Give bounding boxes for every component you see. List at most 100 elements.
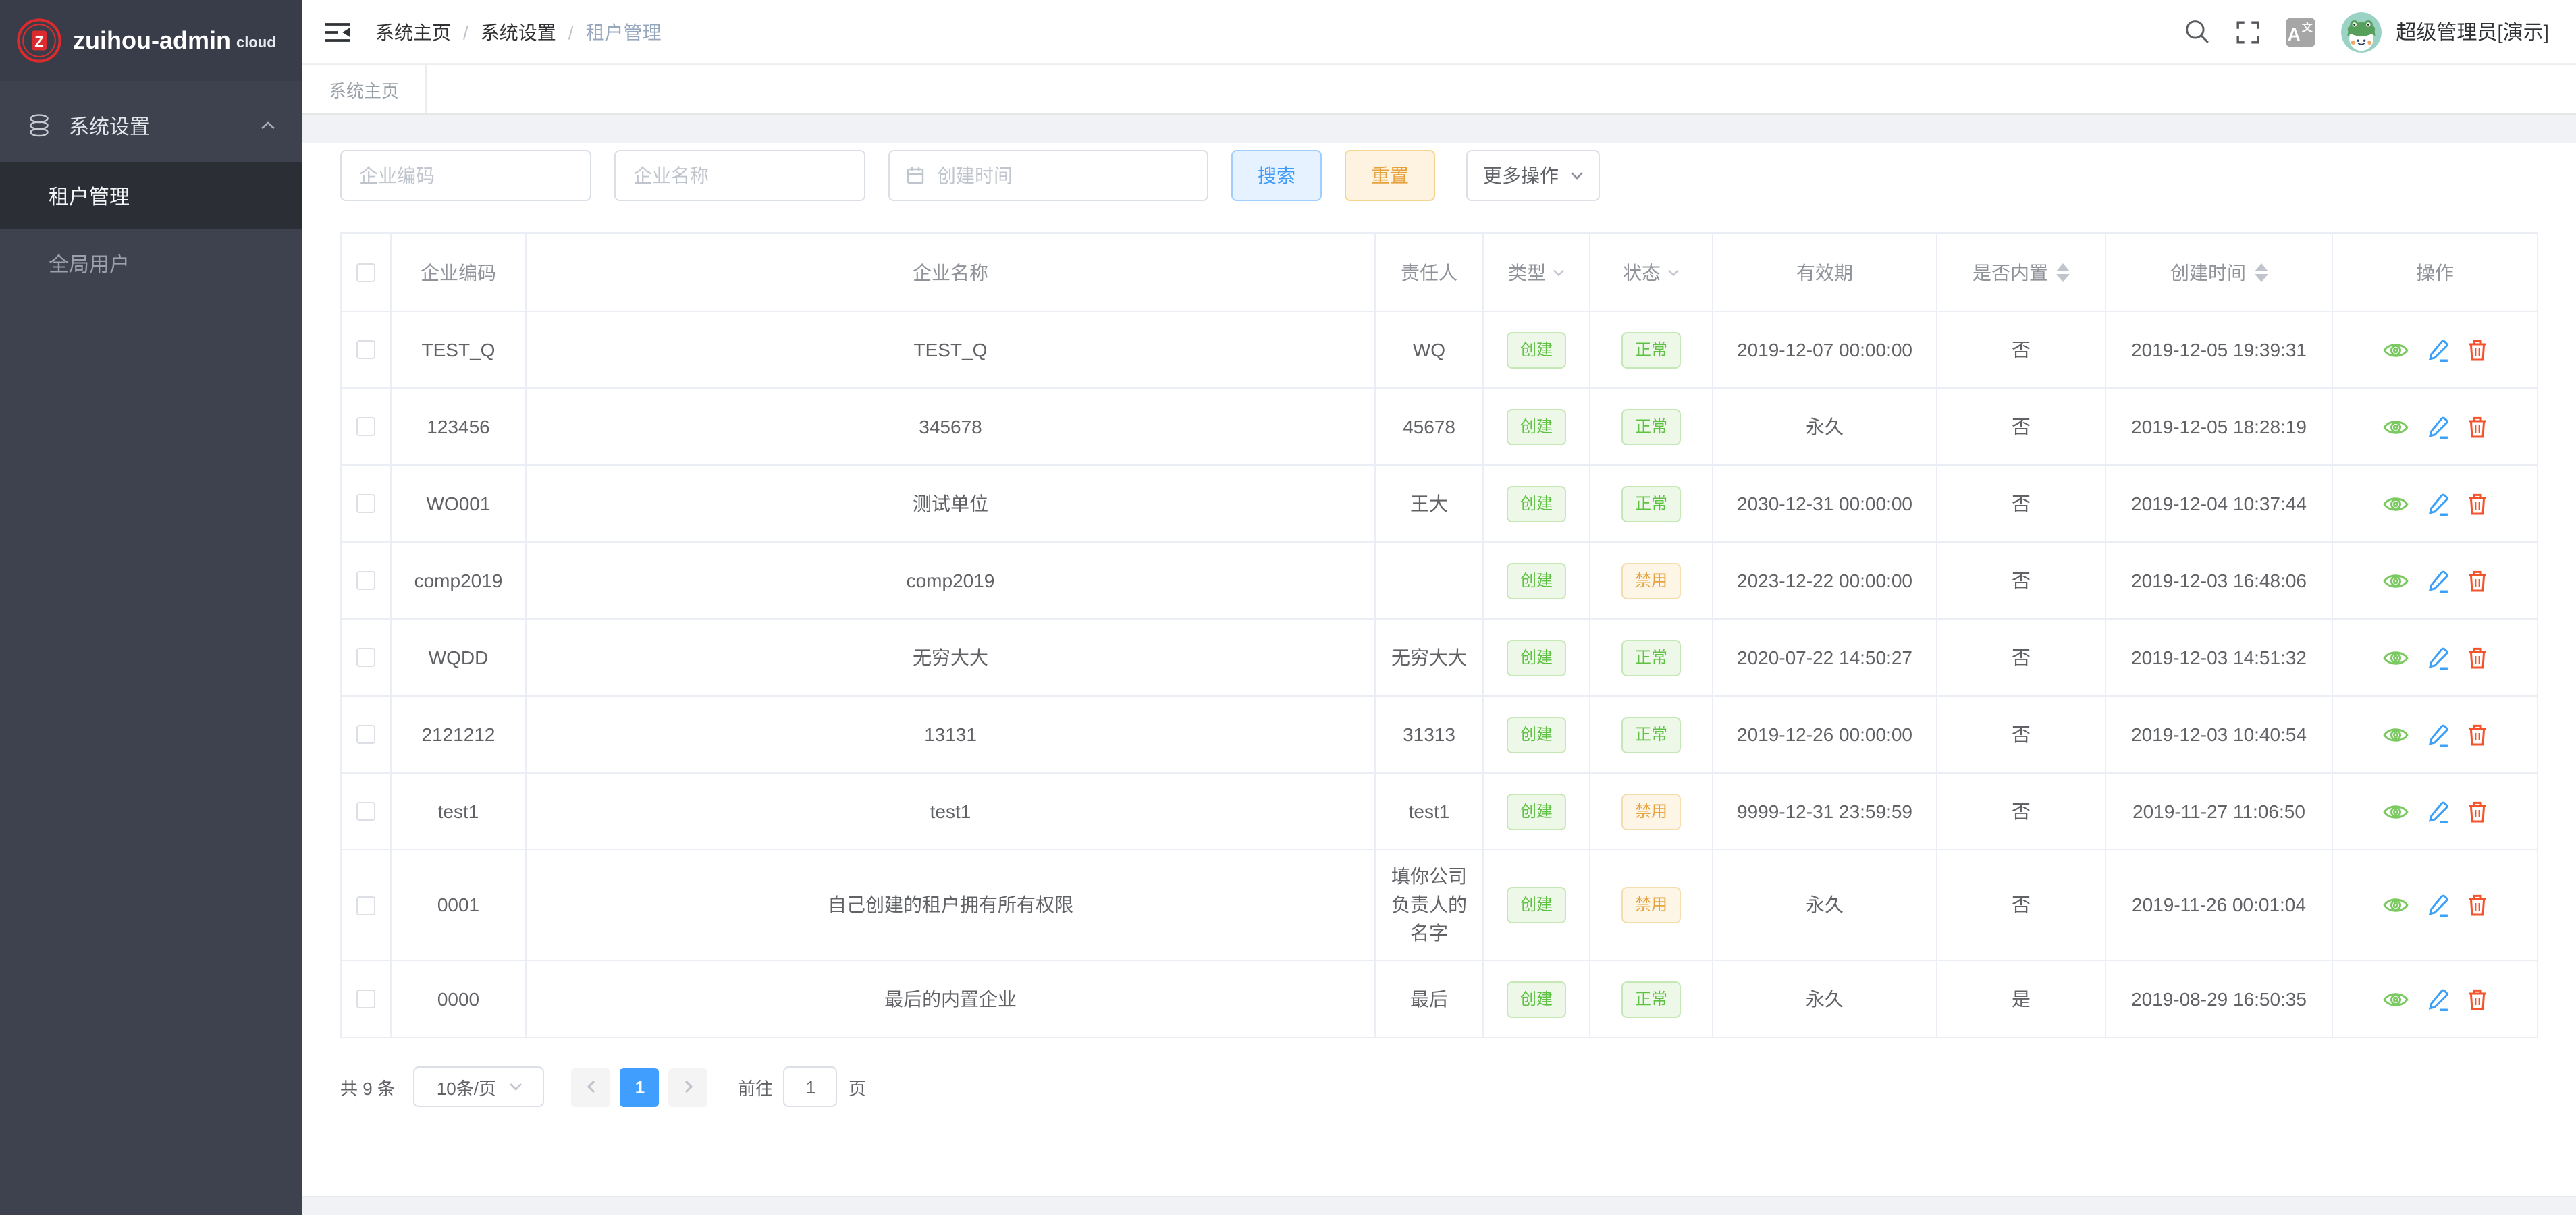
topbar: 系统主页/系统设置/租户管理 A文: [302, 0, 2576, 65]
goto-page-input[interactable]: [784, 1066, 838, 1107]
cell-expire: 9999-12-31 23:59:59: [1713, 773, 1937, 850]
tab-system-home[interactable]: 系统主页: [302, 65, 427, 113]
fullscreen-icon[interactable]: [2235, 20, 2259, 44]
avatar[interactable]: [2340, 11, 2381, 52]
cell-ops: [2332, 311, 2538, 388]
row-actions: [2344, 988, 2526, 1010]
sidebar-group-label: 系统设置: [69, 111, 150, 140]
search-icon[interactable]: [2184, 19, 2209, 45]
created-time-input[interactable]: 创建时间: [888, 150, 1208, 201]
sidebar-collapse-icon[interactable]: [324, 20, 351, 44]
column-header-type[interactable]: 类型: [1483, 233, 1590, 311]
cell-type: 创建: [1483, 696, 1590, 773]
delete-button[interactable]: [2466, 415, 2488, 438]
view-button[interactable]: [2382, 801, 2408, 821]
enterprise-name-input[interactable]: [614, 150, 865, 201]
sidebar-item-tenant-management[interactable]: 租户管理: [0, 162, 302, 230]
row-checkbox[interactable]: [356, 990, 375, 1008]
cell-builtin: 否: [1937, 542, 2105, 619]
view-button[interactable]: [2382, 416, 2408, 437]
filter-caret-icon[interactable]: [1553, 268, 1565, 276]
cell-expire: 永久: [1713, 850, 1937, 961]
delete-button[interactable]: [2466, 338, 2488, 361]
row-checkbox[interactable]: [356, 340, 375, 359]
delete-button[interactable]: [2466, 988, 2488, 1010]
more-actions-button[interactable]: 更多操作: [1466, 150, 1600, 201]
cell-status: 正常: [1590, 311, 1713, 388]
select-all-checkbox[interactable]: [356, 263, 375, 281]
page-size-select[interactable]: 10条/页: [414, 1066, 545, 1107]
cell-expire: 2023-12-22 00:00:00: [1713, 542, 1937, 619]
row-checkbox[interactable]: [356, 571, 375, 590]
main-area: 系统主页/系统设置/租户管理 A文: [302, 0, 2576, 1215]
delete-button[interactable]: [2466, 646, 2488, 669]
view-button[interactable]: [2382, 724, 2408, 745]
goto-page: 前往 页: [738, 1066, 866, 1107]
row-checkbox[interactable]: [356, 648, 375, 667]
cell-ops: [2332, 542, 2538, 619]
chevron-up-icon: [261, 122, 275, 130]
row-checkbox[interactable]: [356, 725, 375, 744]
edit-button[interactable]: [2425, 492, 2448, 515]
delete-button[interactable]: [2466, 723, 2488, 746]
view-button[interactable]: [2382, 570, 2408, 591]
row-checkbox[interactable]: [356, 417, 375, 436]
edit-button[interactable]: [2425, 338, 2448, 361]
delete-button[interactable]: [2466, 894, 2488, 917]
cell-builtin: 否: [1937, 850, 2105, 961]
language-icon[interactable]: A文: [2285, 17, 2315, 47]
delete-button[interactable]: [2466, 569, 2488, 592]
edit-button[interactable]: [2425, 415, 2448, 438]
edit-button[interactable]: [2425, 646, 2448, 669]
table-row: WO001测试单位王大创建正常2030-12-31 00:00:00否2019-…: [341, 465, 2538, 542]
edit-button[interactable]: [2425, 894, 2448, 917]
eye-icon: [2382, 801, 2408, 821]
sort-carets-icon[interactable]: [2254, 263, 2268, 281]
column-header-builtin[interactable]: 是否内置: [1937, 233, 2105, 311]
row-checkbox[interactable]: [356, 896, 375, 915]
column-header-created[interactable]: 创建时间: [2105, 233, 2332, 311]
column-header-status[interactable]: 状态: [1590, 233, 1713, 311]
sidebar-group-system-settings[interactable]: 系统设置: [0, 89, 302, 162]
sidebar-menu: 系统设置 租户管理全局用户: [0, 81, 302, 297]
cell-owner: 45678: [1375, 388, 1483, 465]
cell-builtin: 否: [1937, 619, 2105, 696]
eye-icon: [2382, 724, 2408, 745]
view-button[interactable]: [2382, 647, 2408, 668]
delete-button[interactable]: [2466, 800, 2488, 823]
pencil-icon: [2425, 894, 2448, 917]
view-button[interactable]: [2382, 493, 2408, 514]
row-checkbox[interactable]: [356, 494, 375, 513]
goto-label: 前往: [738, 1074, 773, 1100]
row-checkbox[interactable]: [356, 802, 375, 821]
sort-carets-icon[interactable]: [2056, 263, 2070, 281]
next-page-button[interactable]: [669, 1067, 708, 1106]
edit-button[interactable]: [2425, 800, 2448, 823]
reset-button[interactable]: 重置: [1345, 150, 1435, 201]
cell-check: [341, 465, 391, 542]
view-button[interactable]: [2382, 895, 2408, 915]
filter-caret-icon[interactable]: [1667, 268, 1680, 276]
search-button[interactable]: 搜索: [1231, 150, 1322, 201]
cell-check: [341, 388, 391, 465]
edit-button[interactable]: [2425, 723, 2448, 746]
app-logo[interactable]: Z zuihou-admin cloud: [0, 0, 302, 81]
cell-check: [341, 619, 391, 696]
breadcrumb-item[interactable]: 系统主页: [375, 18, 451, 45]
pencil-icon: [2425, 723, 2448, 746]
delete-button[interactable]: [2466, 492, 2488, 515]
username[interactable]: 超级管理员[演示]: [2396, 18, 2549, 46]
breadcrumb-item[interactable]: 系统设置: [481, 18, 556, 45]
page-size-value: 10条/页: [437, 1074, 496, 1100]
view-button[interactable]: [2382, 989, 2408, 1009]
prev-page-button[interactable]: [572, 1067, 611, 1106]
edit-button[interactable]: [2425, 988, 2448, 1010]
tenant-table: 企业编码企业名称责任人类型状态有效期是否内置创建时间操作 TEST_QTEST_…: [340, 232, 2538, 1038]
sidebar-item-global-users[interactable]: 全局用户: [0, 230, 302, 297]
enterprise-code-input[interactable]: [340, 150, 591, 201]
view-button[interactable]: [2382, 340, 2408, 360]
edit-button[interactable]: [2425, 569, 2448, 592]
column-label: 类型: [1508, 259, 1546, 286]
page-number-1[interactable]: 1: [620, 1067, 660, 1106]
type-badge: 创建: [1507, 887, 1566, 923]
